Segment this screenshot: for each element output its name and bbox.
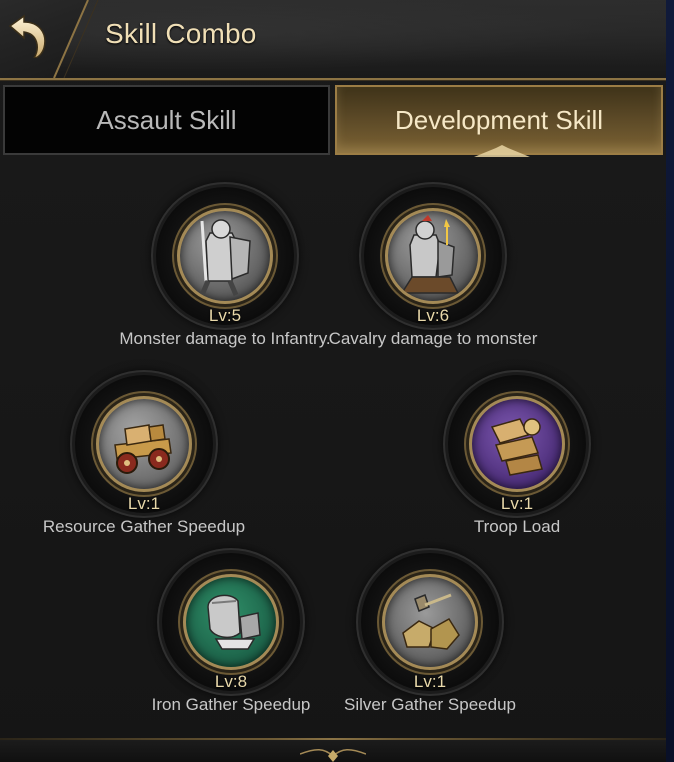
header-bar: Skill Combo bbox=[0, 0, 666, 80]
skill-name: Resource Gather Speedup bbox=[42, 517, 246, 536]
silver-ore-graphic bbox=[402, 593, 460, 650]
skill-ring[interactable] bbox=[364, 187, 502, 325]
back-arrow-icon bbox=[8, 14, 46, 58]
tab-assault-skill[interactable]: Assault Skill bbox=[3, 85, 330, 155]
skill-node: Lv:1 Silver Gather Speedup bbox=[320, 553, 540, 753]
skill-name: Cavalry damage to monster bbox=[328, 329, 538, 348]
skill-name: Monster damage to Infantry. bbox=[119, 329, 331, 348]
skill-level: Lv:1 bbox=[500, 494, 534, 513]
back-button[interactable] bbox=[0, 0, 62, 72]
skill-ring[interactable] bbox=[448, 375, 586, 513]
skill-level: Lv:8 bbox=[214, 672, 248, 691]
skill-node: Lv:1 Resource Gather Speedup bbox=[34, 375, 254, 575]
cavalry-knight-icon bbox=[385, 208, 481, 304]
iron-ore-graphic bbox=[207, 594, 261, 650]
resource-cart-icon bbox=[96, 396, 192, 492]
skill-node: Lv:8 Iron Gather Speedup bbox=[121, 553, 341, 753]
skill-node: Lv:1 Troop Load bbox=[407, 375, 627, 575]
iron-ore-icon bbox=[183, 574, 279, 670]
skill-name: Silver Gather Speedup bbox=[344, 695, 516, 714]
skill-node: Lv:5 Monster damage to Infantry. bbox=[115, 187, 335, 387]
resource-cart-graphic bbox=[114, 424, 172, 474]
infantry-knight-graphic bbox=[199, 219, 251, 296]
skill-level: Lv:5 bbox=[208, 306, 242, 325]
skill-ring[interactable] bbox=[361, 553, 499, 691]
troop-load-icon bbox=[469, 396, 565, 492]
footer-ornament-icon bbox=[300, 749, 366, 762]
skill-level: Lv:1 bbox=[413, 672, 447, 691]
skill-ring[interactable] bbox=[156, 187, 294, 325]
skill-node: Lv:6 Cavalry damage to monster bbox=[323, 187, 543, 387]
cavalry-knight-graphic bbox=[400, 215, 460, 294]
page-title: Skill Combo bbox=[105, 18, 257, 49]
skill-ring[interactable] bbox=[162, 553, 300, 691]
tab-label: Assault Skill bbox=[96, 104, 237, 135]
infantry-knight-icon bbox=[177, 208, 273, 304]
screen: Skill Combo Assault Skill Development Sk… bbox=[0, 0, 674, 762]
tab-label: Development Skill bbox=[394, 104, 604, 135]
skill-name: Iron Gather Speedup bbox=[151, 695, 311, 714]
skill-level: Lv:1 bbox=[127, 494, 161, 513]
troop-load-graphic bbox=[490, 418, 543, 476]
active-tab-indicator bbox=[474, 145, 530, 157]
right-edge-strip bbox=[666, 0, 674, 762]
skill-name: Troop Load bbox=[473, 517, 561, 536]
skill-ring[interactable] bbox=[75, 375, 213, 513]
skill-combo-window: Skill Combo Assault Skill Development Sk… bbox=[0, 0, 666, 762]
skill-level: Lv:6 bbox=[416, 306, 450, 325]
silver-ore-icon bbox=[382, 574, 478, 670]
